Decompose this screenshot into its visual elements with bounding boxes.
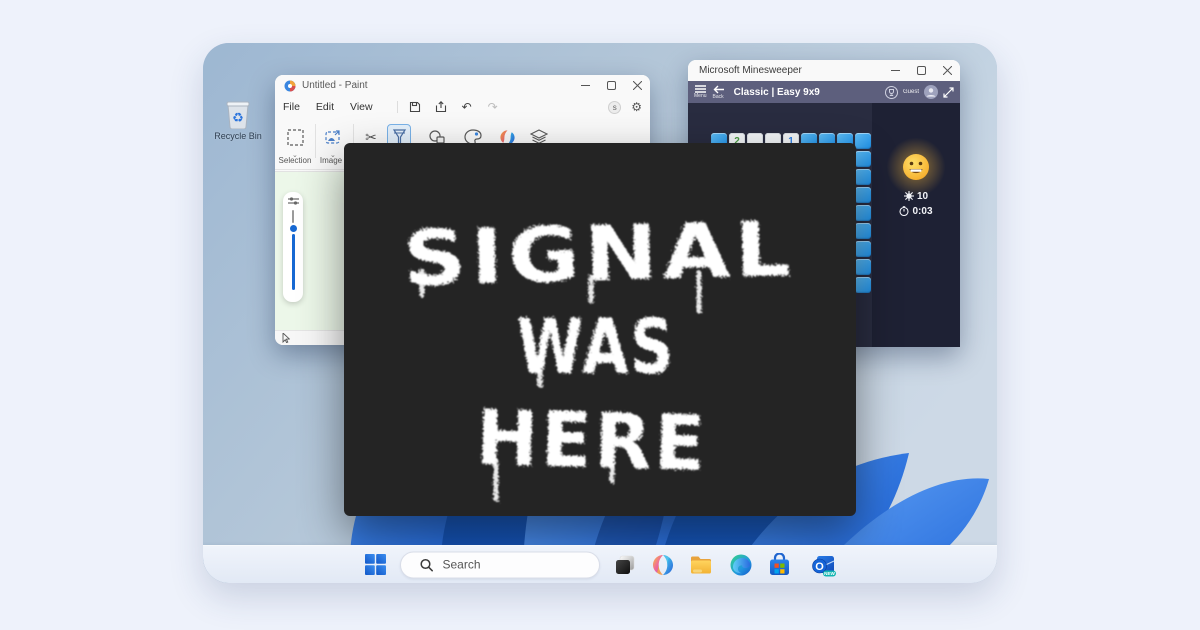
edge-icon — [729, 553, 753, 577]
minesweeper-titlebar[interactable]: Microsoft Minesweeper — [688, 60, 960, 81]
share-icon[interactable] — [432, 101, 450, 113]
mine-tile[interactable] — [855, 187, 871, 203]
cursor-icon — [282, 333, 290, 343]
game-mode-label: Classic | Easy 9x9 — [734, 87, 820, 98]
fullscreen-icon[interactable] — [943, 87, 954, 98]
mine-tile[interactable] — [855, 133, 871, 149]
graffiti-overlay-window[interactable]: SIGNAL WAS HERE — [344, 143, 856, 516]
svg-text:O: O — [815, 561, 824, 573]
slider-track-upper — [292, 210, 294, 223]
store-button[interactable] — [765, 551, 793, 579]
timer-value: 0:03 — [912, 206, 932, 217]
mine-tile[interactable] — [855, 241, 871, 257]
mine-tile[interactable] — [855, 205, 871, 221]
file-explorer-button[interactable] — [687, 551, 715, 579]
copilot-taskbar-icon — [651, 553, 675, 577]
paint-menu-file[interactable]: File — [283, 101, 300, 113]
paint-window-title: Untitled - Paint — [302, 80, 368, 91]
copilot-taskbar-button[interactable] — [649, 551, 677, 579]
paint-app-icon — [284, 80, 296, 92]
selection-tool-label: Selection — [279, 156, 312, 165]
slider-icon — [288, 197, 299, 206]
paint-zoom-slider[interactable] — [283, 192, 303, 302]
smiley-face[interactable] — [898, 149, 934, 185]
paint-menu-edit[interactable]: Edit — [316, 101, 334, 113]
mine-tile[interactable] — [855, 259, 871, 275]
recycle-bin-label: Recycle Bin — [207, 131, 269, 141]
search-box[interactable] — [400, 551, 600, 578]
graffiti-line-1: SIGNAL — [402, 204, 796, 303]
paint-menubar: File Edit View ↶ ↷ s ⚙ — [275, 96, 650, 118]
task-view-button[interactable] — [611, 551, 639, 579]
mine-icon — [904, 191, 914, 201]
image-tool[interactable] — [321, 124, 345, 150]
mine-tile[interactable] — [855, 169, 871, 185]
recycle-bin[interactable]: ♻ Recycle Bin — [207, 99, 269, 141]
graffiti-line-3: HERE — [475, 393, 709, 488]
outlook-new-badge: NEW — [824, 571, 835, 576]
start-button[interactable] — [361, 551, 389, 579]
menu-label: Menu — [694, 94, 707, 99]
paint-minimize-button[interactable] — [572, 75, 598, 96]
taskbar: O NEW — [203, 545, 997, 583]
recycle-bin-icon: ♻ — [225, 99, 251, 129]
search-input[interactable] — [441, 557, 581, 573]
minesweeper-maximize-button[interactable] — [908, 60, 934, 81]
file-explorer-icon — [689, 553, 713, 577]
minesweeper-minimize-button[interactable] — [882, 60, 908, 81]
windows-logo-icon — [365, 554, 386, 575]
svg-text:♻: ♻ — [232, 110, 244, 125]
trophy-badge-icon[interactable] — [885, 86, 898, 99]
minesweeper-window-title: Microsoft Minesweeper — [699, 65, 802, 76]
paint-titlebar[interactable]: Untitled - Paint — [275, 75, 650, 96]
minesweeper-close-button[interactable] — [934, 60, 960, 81]
mine-tile[interactable] — [855, 223, 871, 239]
redo-icon[interactable]: ↷ — [484, 100, 502, 114]
desktop: ♻ Recycle Bin Untitled - Paint File Edit… — [203, 43, 997, 583]
undo-icon[interactable]: ↶ — [458, 100, 476, 114]
account-badge[interactable]: s — [608, 101, 621, 114]
timer: 0:03 — [872, 206, 960, 217]
paint-maximize-button[interactable] — [598, 75, 624, 96]
outlook-button[interactable]: O NEW — [809, 551, 837, 579]
minesweeper-side-panel: 10 0:03 — [872, 103, 960, 347]
avatar-icon[interactable] — [924, 85, 938, 99]
back-label: Back — [713, 95, 724, 100]
selection-tool[interactable] — [283, 124, 307, 150]
spray-paint-text: SIGNAL WAS HERE — [344, 143, 856, 516]
paint-menu-view[interactable]: View — [350, 101, 373, 113]
mine-tile[interactable] — [855, 277, 871, 293]
mines-counter: 10 — [872, 191, 960, 202]
mine-tile[interactable] — [855, 151, 871, 167]
save-icon[interactable] — [406, 101, 424, 113]
slider-track-lower — [292, 234, 295, 290]
minesweeper-header: Menu Back Classic | Easy 9x9 Guest — [688, 81, 960, 103]
clock-icon — [899, 206, 909, 216]
image-tool-label: Image — [320, 156, 342, 165]
slider-thumb[interactable] — [290, 225, 297, 232]
task-view-icon — [614, 554, 636, 576]
mines-count: 10 — [917, 191, 928, 202]
paint-close-button[interactable] — [624, 75, 650, 96]
menu-separator — [397, 101, 398, 113]
back-button[interactable]: Back — [713, 85, 724, 100]
edge-button[interactable] — [727, 551, 755, 579]
outlook-icon: O NEW — [811, 553, 836, 577]
hamburger-menu-button[interactable]: Menu — [694, 85, 707, 99]
store-icon — [768, 553, 791, 577]
settings-gear-icon[interactable]: ⚙ — [631, 100, 642, 114]
guest-label: Guest — [903, 89, 919, 95]
search-icon — [420, 558, 433, 571]
